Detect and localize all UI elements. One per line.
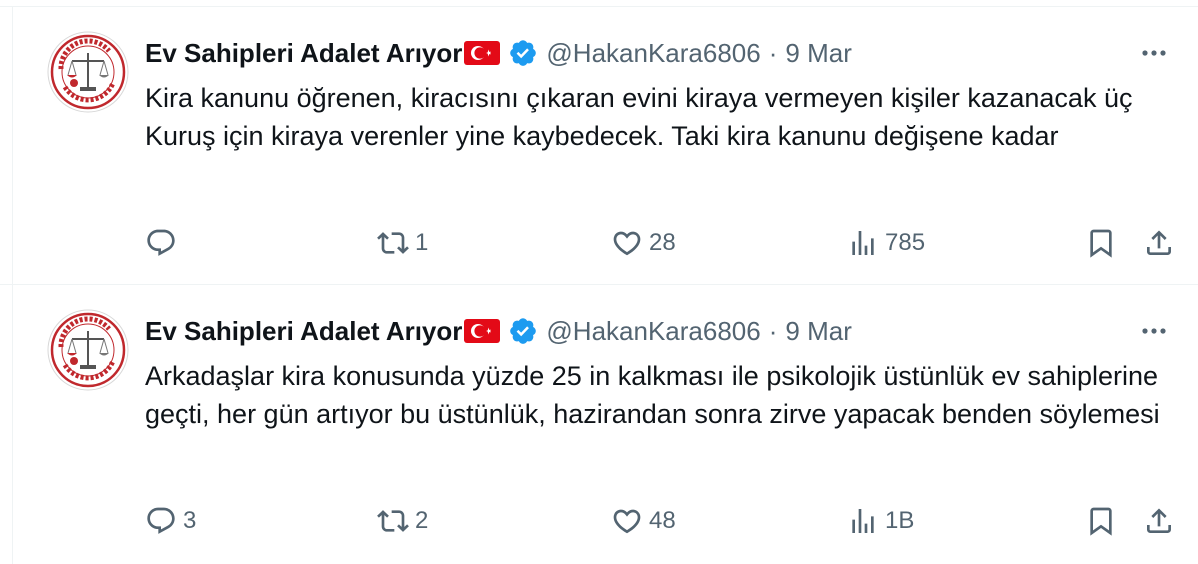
repost-icon xyxy=(377,232,409,254)
tweet[interactable]: Ev Sahipleri Adalet Arıyor @HakanKara680… xyxy=(0,7,1198,285)
thread-border xyxy=(12,285,13,564)
like-count: 28 xyxy=(649,229,676,256)
tweet-feed: Ev Sahipleri Adalet Arıyor @HakanKara680… xyxy=(0,0,1198,564)
logo-seal-icon xyxy=(47,31,129,113)
bookmark-button[interactable] xyxy=(1085,501,1117,541)
tweet-actions: 1 28 785 xyxy=(145,223,1185,263)
bookmark-icon xyxy=(1090,229,1112,258)
like-button[interactable]: 28 xyxy=(611,223,676,263)
repost-count: 2 xyxy=(415,507,429,534)
more-options-icon[interactable] xyxy=(1138,41,1170,65)
tweet-actions: 3 2 48 1B xyxy=(145,501,1185,541)
tweet-text: Arkadaşlar kira konusunda yüzde 25 in ka… xyxy=(145,361,1166,429)
share-button[interactable] xyxy=(1143,223,1175,263)
reply-icon xyxy=(147,507,175,534)
views-button[interactable]: 785 xyxy=(847,223,925,263)
views-chart-icon xyxy=(852,231,874,255)
reply-button[interactable]: 3 xyxy=(145,501,196,541)
view-count: 785 xyxy=(885,229,926,256)
share-button[interactable] xyxy=(1143,501,1175,541)
separator-dot: · xyxy=(768,37,778,68)
views-chart-icon xyxy=(852,509,874,533)
reply-button[interactable] xyxy=(145,223,183,263)
more-options-icon[interactable] xyxy=(1138,319,1170,343)
author-handle[interactable]: @HakanKara6806 xyxy=(546,316,760,347)
share-icon xyxy=(1147,230,1171,255)
turkey-flag-icon xyxy=(464,318,501,344)
author-name[interactable]: Ev Sahipleri Adalet Arıyor xyxy=(145,38,462,69)
heart-icon xyxy=(613,231,641,256)
share-icon xyxy=(1147,508,1171,533)
verified-badge-icon[interactable] xyxy=(508,38,538,68)
view-count: 1B xyxy=(885,507,915,534)
views-button[interactable]: 1B xyxy=(847,501,914,541)
author-handle[interactable]: @HakanKara6806 xyxy=(546,38,760,69)
separator-dot: · xyxy=(768,315,778,346)
turkey-flag-icon xyxy=(464,40,501,66)
like-button[interactable]: 48 xyxy=(611,501,676,541)
repost-button[interactable]: 2 xyxy=(377,501,428,541)
author-name[interactable]: Ev Sahipleri Adalet Arıyor xyxy=(145,316,462,347)
bookmark-icon xyxy=(1090,507,1112,536)
tweet-text: Kira kanunu öğrenen, kiracısını çıkaran … xyxy=(145,83,1140,151)
tweet-header: Ev Sahipleri Adalet Arıyor @HakanKara680… xyxy=(145,35,852,71)
logo-seal-icon xyxy=(47,309,129,391)
repost-button[interactable]: 1 xyxy=(377,223,428,263)
verified-badge-icon[interactable] xyxy=(508,316,538,346)
tweet-date[interactable]: 9 Mar xyxy=(785,316,851,347)
reply-icon xyxy=(147,229,175,256)
thread-border xyxy=(12,7,13,284)
avatar[interactable] xyxy=(47,309,129,391)
heart-icon xyxy=(613,509,641,534)
bookmark-button[interactable] xyxy=(1085,223,1117,263)
reply-count: 3 xyxy=(183,507,197,534)
tweet[interactable]: Ev Sahipleri Adalet Arıyor @HakanKara680… xyxy=(0,285,1198,564)
tweet-header: Ev Sahipleri Adalet Arıyor @HakanKara680… xyxy=(145,313,852,349)
like-count: 48 xyxy=(649,507,676,534)
avatar[interactable] xyxy=(47,31,129,113)
repost-icon xyxy=(377,510,409,532)
repost-count: 1 xyxy=(415,229,429,256)
tweet-date[interactable]: 9 Mar xyxy=(785,38,851,69)
